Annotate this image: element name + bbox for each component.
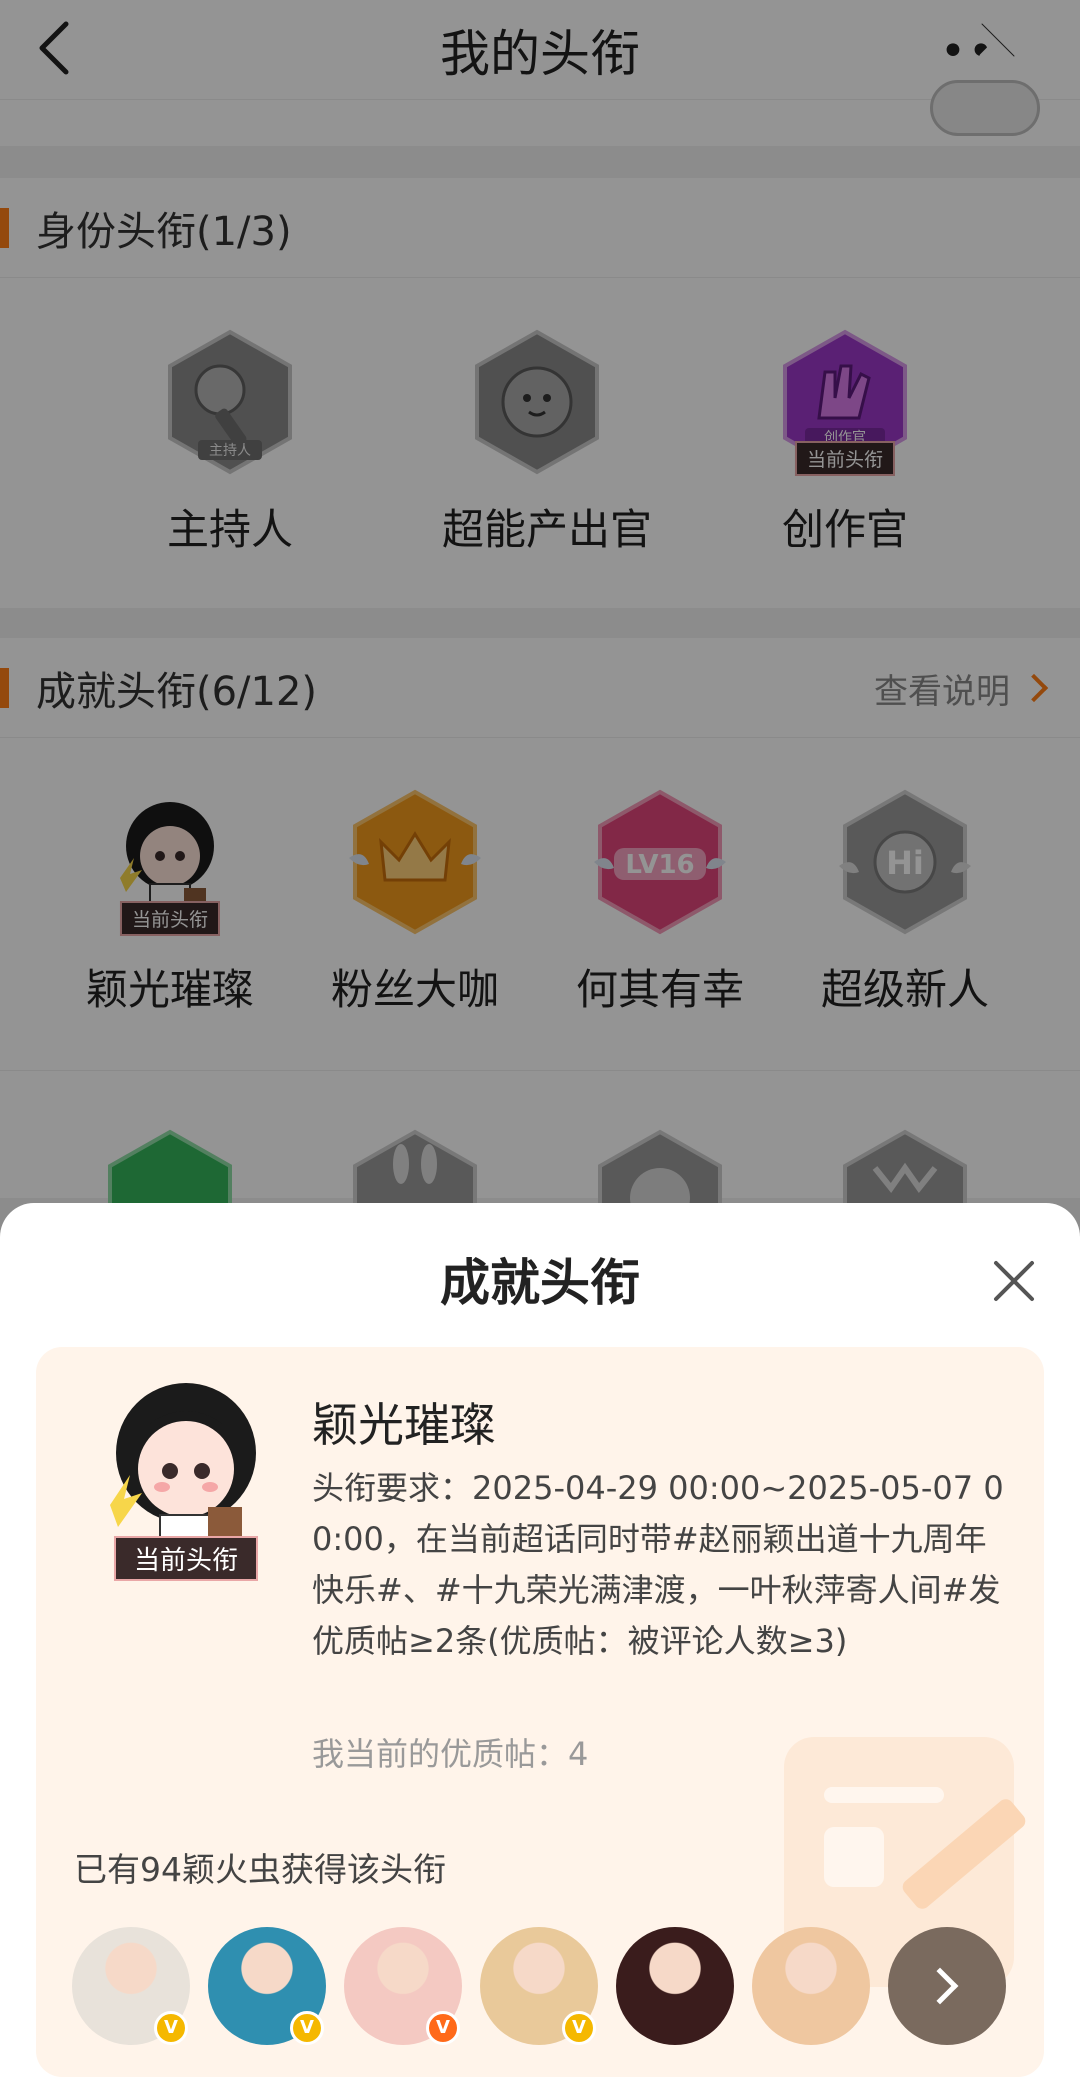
title-avatar-image: 当前头衔 bbox=[86, 1375, 286, 1595]
close-icon[interactable] bbox=[984, 1251, 1044, 1311]
verified-badge-icon: V bbox=[426, 2011, 460, 2045]
verified-badge-icon: V bbox=[290, 2011, 324, 2045]
verified-badge-icon: V bbox=[562, 2011, 596, 2045]
user-avatar-7-more[interactable] bbox=[888, 1927, 1006, 2045]
user-avatar-6[interactable] bbox=[752, 1927, 870, 2045]
title-detail-card: 当前头衔 颖光璀璨 头衔要求：2025-04-29 00:00~2025-05-… bbox=[36, 1347, 1044, 2077]
verified-badge-icon: V bbox=[154, 2011, 188, 2045]
current-title-ribbon: 当前头衔 bbox=[113, 1536, 259, 1581]
holders-count: 已有94颖火虫获得该头衔 bbox=[74, 1850, 446, 1889]
title-requirement: 头衔要求：2025-04-29 00:00~2025-05-07 00:00，在… bbox=[312, 1469, 1004, 1660]
user-avatar-5[interactable] bbox=[616, 1927, 734, 2045]
holders-avatar-list: VVVV bbox=[72, 1927, 1012, 2057]
sheet-title: 成就头衔 bbox=[440, 1254, 640, 1312]
my-quality-posts: 我当前的优质帖：4 bbox=[312, 1735, 589, 1773]
title-name: 颖光璀璨 bbox=[312, 1398, 496, 1452]
chevron-right-icon bbox=[921, 1967, 959, 2005]
achievement-detail-sheet: 成就头衔 当前头衔 颖光璀璨 头衔要求：2025-04-29 00:00~202… bbox=[0, 1203, 1080, 2096]
